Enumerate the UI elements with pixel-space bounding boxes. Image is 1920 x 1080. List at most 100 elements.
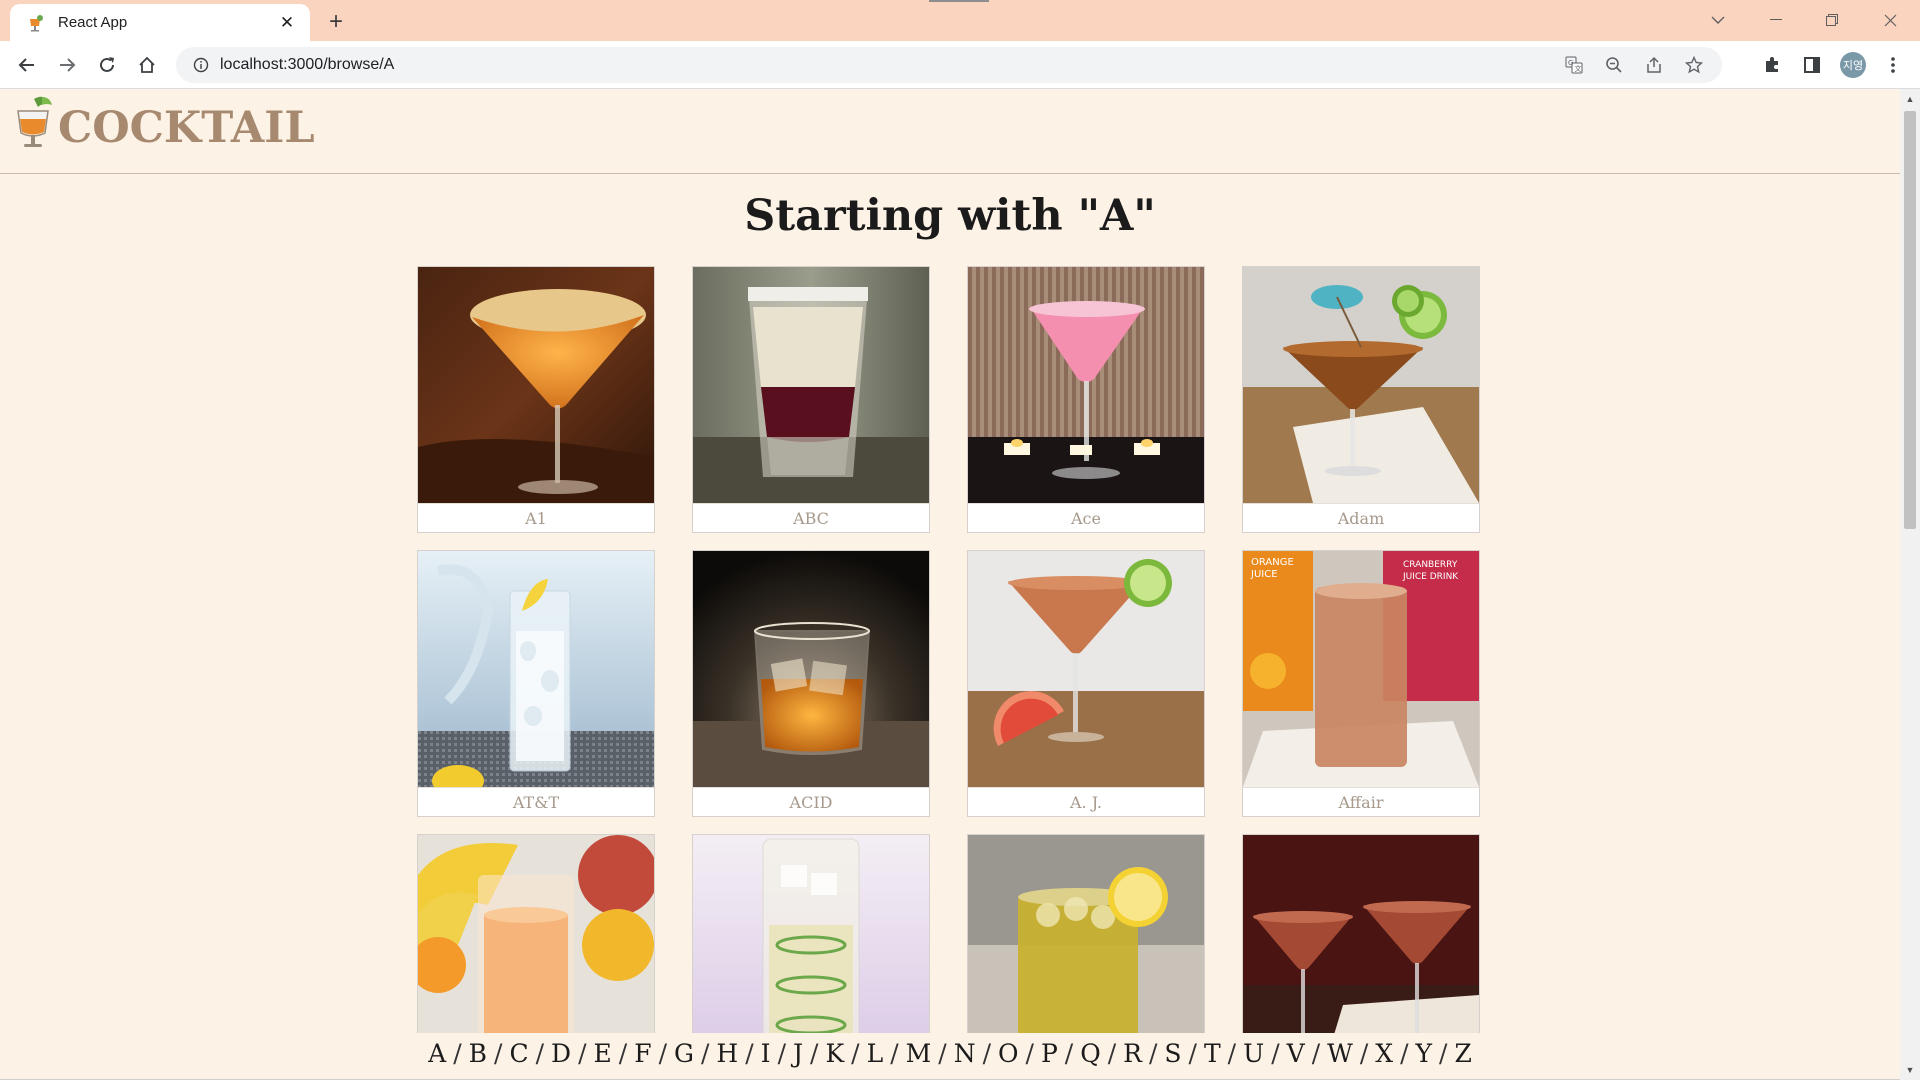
alphabet-link-f[interactable]: F xyxy=(632,1039,653,1068)
svg-text:JUICE DRINK: JUICE DRINK xyxy=(1402,572,1459,582)
alphabet-link-y[interactable]: Y xyxy=(1414,1039,1435,1068)
cocktail-photo[interactable] xyxy=(968,267,1204,503)
alphabet-link-k[interactable]: K xyxy=(823,1039,846,1068)
alphabet-separator: / xyxy=(890,1039,899,1068)
svg-text:CRANBERRY: CRANBERRY xyxy=(1403,560,1458,570)
alphabet-link-z[interactable]: Z xyxy=(1452,1039,1473,1068)
minimize-window-icon[interactable] xyxy=(1754,4,1798,36)
alphabet-link-n[interactable]: N xyxy=(952,1039,978,1068)
alphabet-separator: / xyxy=(1271,1039,1280,1068)
alphabet-link-t[interactable]: T xyxy=(1202,1039,1223,1068)
cocktail-name[interactable]: A1 xyxy=(418,503,654,532)
cocktail-name[interactable]: A. J. xyxy=(968,787,1204,816)
cocktail-card[interactable]: Adam xyxy=(1242,266,1480,533)
share-icon[interactable] xyxy=(1634,49,1674,81)
cocktail-photo[interactable] xyxy=(693,267,929,503)
alphabet-link-r[interactable]: R xyxy=(1121,1039,1144,1068)
alphabet-separator: / xyxy=(1064,1039,1074,1068)
cocktail-name[interactable]: ABC xyxy=(693,503,929,532)
alphabet-separator: / xyxy=(810,1039,819,1068)
cocktail-photo[interactable] xyxy=(418,551,654,787)
restore-window-icon[interactable] xyxy=(1810,4,1854,36)
alphabet-separator: / xyxy=(777,1039,786,1068)
alphabet-separator: / xyxy=(700,1039,710,1068)
alphabet-link-q[interactable]: Q xyxy=(1078,1039,1103,1068)
svg-text:JUICE: JUICE xyxy=(1250,569,1278,580)
translate-icon[interactable]: G文 xyxy=(1554,49,1594,81)
scroll-up-arrow-icon[interactable]: ▲ xyxy=(1900,89,1920,109)
address-bar[interactable]: localhost:3000/browse/A G文 xyxy=(176,47,1722,83)
alphabet-link-x[interactable]: X xyxy=(1373,1039,1395,1068)
alphabet-separator: / xyxy=(618,1039,628,1068)
alphabet-link-w[interactable]: W xyxy=(1325,1039,1355,1068)
alphabet-link-l[interactable]: L xyxy=(865,1039,886,1068)
alphabet-link-i[interactable]: I xyxy=(759,1039,773,1068)
cocktail-name[interactable]: Adam xyxy=(1243,503,1479,532)
home-icon[interactable] xyxy=(131,49,163,81)
cocktail-card[interactable]: Ace xyxy=(967,266,1205,533)
alphabet-link-b[interactable]: B xyxy=(467,1039,489,1068)
cocktail-photo[interactable] xyxy=(1243,267,1479,503)
cocktail-name[interactable]: ACID xyxy=(693,787,929,816)
tab-search-indicator xyxy=(929,0,989,2)
site-info-icon[interactable] xyxy=(184,57,218,73)
alphabet-link-a[interactable]: A xyxy=(426,1039,448,1068)
alphabet-link-v[interactable]: V xyxy=(1285,1039,1307,1068)
alphabet-separator: / xyxy=(1025,1039,1034,1068)
close-tab-icon[interactable]: ✕ xyxy=(276,12,298,34)
cocktail-name[interactable]: Affair xyxy=(1243,787,1479,816)
browser-tabstrip: React App ✕ + xyxy=(0,0,1920,41)
extensions-puzzle-icon[interactable] xyxy=(1756,49,1788,81)
cocktail-photo[interactable] xyxy=(968,551,1204,787)
alphabet-separator: / xyxy=(1400,1039,1409,1068)
tab-search-chevron-icon[interactable] xyxy=(1696,4,1740,36)
cocktail-photo[interactable]: ORANGE JUICE CRANBERRY JUICE DRINK xyxy=(1243,551,1479,787)
cocktail-logo-icon[interactable] xyxy=(14,95,58,151)
cocktail-photo[interactable] xyxy=(693,551,929,787)
cocktail-name[interactable]: Ace xyxy=(968,503,1204,532)
scroll-down-arrow-icon[interactable]: ▼ xyxy=(1900,1060,1920,1080)
alphabet-link-m[interactable]: M xyxy=(904,1039,934,1068)
alphabet-link-j[interactable]: J xyxy=(791,1039,805,1068)
browser-menu-kebab-icon[interactable] xyxy=(1877,49,1909,81)
cocktail-card[interactable]: ABC xyxy=(692,266,930,533)
profile-avatar[interactable]: 지영 xyxy=(1837,49,1869,81)
alphabet-separator: / xyxy=(1188,1039,1197,1068)
alphabet-separator: / xyxy=(1107,1039,1117,1068)
alphabet-separator: / xyxy=(1439,1039,1448,1068)
alphabet-separator: / xyxy=(658,1039,667,1068)
url-text[interactable]: localhost:3000/browse/A xyxy=(220,56,394,74)
alphabet-separator: / xyxy=(535,1039,545,1068)
alphabet-link-h[interactable]: H xyxy=(714,1039,740,1068)
side-panel-icon[interactable] xyxy=(1796,49,1828,81)
alphabet-links: A / B / C / D / E / F / G / H / I / J / K / L / M / N / O / P / Q / R / S / T /… xyxy=(426,1033,1474,1068)
bookmark-star-icon[interactable] xyxy=(1674,49,1714,81)
cocktail-card[interactable]: A. J. xyxy=(967,550,1205,817)
cocktail-card[interactable]: A1 xyxy=(417,266,655,533)
alphabet-link-p[interactable]: P xyxy=(1039,1039,1060,1068)
alphabet-link-c[interactable]: C xyxy=(507,1039,530,1068)
alphabet-link-g[interactable]: G xyxy=(672,1039,696,1068)
zoom-out-icon[interactable] xyxy=(1594,49,1634,81)
close-window-icon[interactable] xyxy=(1868,4,1912,36)
site-logo-text[interactable]: COCKTAIL xyxy=(58,103,315,153)
alphabet-navigation: A / B / C / D / E / F / G / H / I / J / K / L / M / N / O / P / Q / R / S / T /… xyxy=(0,1033,1900,1080)
reload-icon[interactable] xyxy=(91,49,123,81)
back-arrow-icon[interactable] xyxy=(11,49,43,81)
alphabet-link-u[interactable]: U xyxy=(1241,1039,1266,1068)
scrollbar-thumb[interactable] xyxy=(1904,111,1916,529)
cocktail-card[interactable]: AT&T xyxy=(417,550,655,817)
cocktail-name[interactable]: AT&T xyxy=(418,787,654,816)
cocktail-card[interactable]: ORANGE JUICE CRANBERRY JUICE DRINK Affai… xyxy=(1242,550,1480,817)
new-tab-button[interactable]: + xyxy=(322,8,350,36)
browser-tab[interactable]: React App ✕ xyxy=(10,4,310,41)
page-scrollbar[interactable]: ▲ ▼ xyxy=(1900,89,1920,1080)
alphabet-link-e[interactable]: E xyxy=(592,1039,614,1068)
forward-arrow-icon[interactable] xyxy=(51,49,83,81)
cocktail-photo[interactable] xyxy=(418,267,654,503)
alphabet-link-o[interactable]: O xyxy=(996,1039,1021,1068)
alphabet-link-s[interactable]: S xyxy=(1162,1039,1183,1068)
cocktail-card[interactable]: ACID xyxy=(692,550,930,817)
svg-text:G: G xyxy=(1568,59,1573,67)
alphabet-link-d[interactable]: D xyxy=(549,1039,573,1068)
